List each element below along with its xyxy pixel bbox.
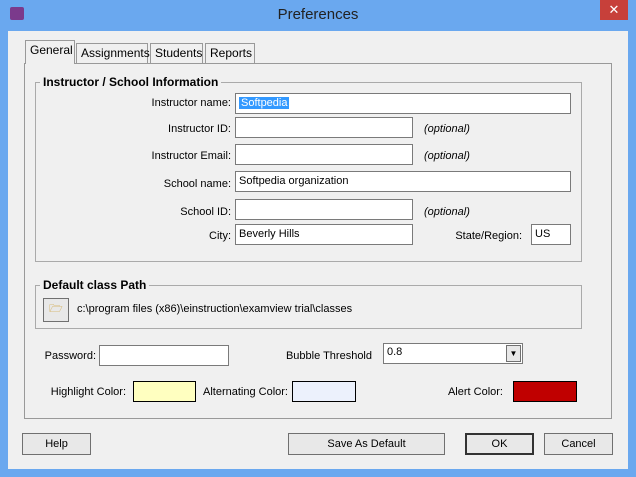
instructor-name-input[interactable]: Softpedia [235,93,571,114]
state-label: State/Region: [455,230,522,242]
school-name-label: School name: [163,178,231,190]
tab-reports[interactable]: Reports [205,43,255,63]
folder-icon: 🗁 [49,303,63,315]
state-input[interactable]: US [531,224,571,245]
ok-button[interactable]: OK [465,433,534,455]
path-group-title: Default class Path [40,278,150,292]
instructor-id-input[interactable] [235,117,413,138]
bubble-threshold-label: Bubble Threshold [285,350,372,362]
instructor-group-title: Instructor / School Information [40,75,222,89]
instructor-email-label: Instructor Email: [151,150,231,162]
tab-assignments[interactable]: Assignments [76,43,150,63]
instructor-id-label: Instructor ID: [168,123,231,135]
window-title: Preferences [277,6,359,23]
password-input[interactable] [99,345,229,366]
tab-students[interactable]: Students [150,43,203,63]
bubble-threshold-value: 0.8 [387,346,403,358]
help-button[interactable]: Help [22,433,91,455]
cancel-button[interactable]: Cancel [544,433,613,455]
instructor-email-optional: (optional) [424,150,470,162]
alert-color-label: Alert Color: [447,386,503,398]
close-button[interactable]: ✕ [600,0,628,20]
highlight-color-swatch[interactable] [133,381,196,402]
save-as-default-button[interactable]: Save As Default [288,433,445,455]
class-path-value: c:\program files (x86)\einstruction\exam… [77,303,353,315]
instructor-name-value: Softpedia [239,97,290,109]
alert-color-swatch[interactable] [513,381,577,402]
city-input[interactable]: Beverly Hills [235,224,413,245]
alternating-color-swatch[interactable] [292,381,356,402]
bubble-threshold-select[interactable]: 0.8 ▼ [383,343,523,364]
alternating-color-label: Alternating Color: [203,386,288,398]
instructor-name-label: Instructor name: [151,97,231,109]
city-label: City: [209,230,231,242]
chevron-down-icon[interactable]: ▼ [506,345,521,362]
folder-browse-button[interactable]: 🗁 [43,298,69,322]
school-id-optional: (optional) [424,206,470,218]
instructor-id-optional: (optional) [424,123,470,135]
school-id-input[interactable] [235,199,413,220]
school-name-input[interactable]: Softpedia organization [235,171,571,192]
instructor-email-input[interactable] [235,144,413,165]
school-id-label: School ID: [180,206,231,218]
tab-general[interactable]: General [25,40,75,64]
password-label: Password: [44,350,96,362]
highlight-color-label: Highlight Color: [50,386,126,398]
